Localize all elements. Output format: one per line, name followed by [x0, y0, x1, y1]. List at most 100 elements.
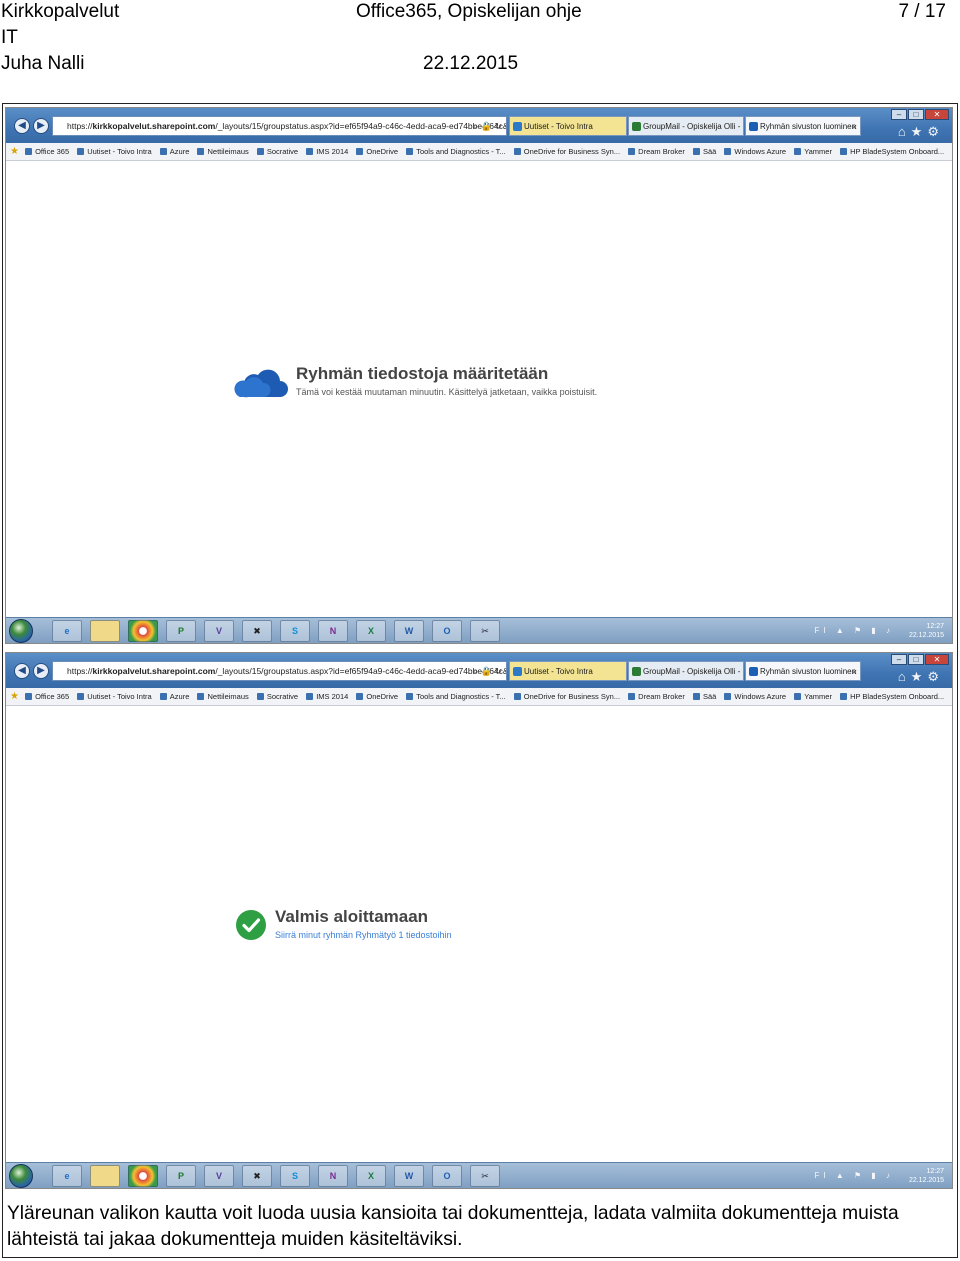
excel-icon[interactable]: X	[356, 1165, 386, 1187]
address-bar[interactable]: https://kirkkopalvelut.sharepoint.com/_l…	[52, 661, 507, 681]
screenshot-ready-to-start: ◀ ▶ https://kirkkopalvelut.sharepoint.co…	[5, 652, 953, 1189]
onenote-icon[interactable]: N	[318, 1165, 348, 1187]
file-explorer-icon[interactable]	[90, 620, 120, 642]
minimize-icon[interactable]: –	[891, 654, 907, 665]
favorite-link[interactable]: Dream Broker	[628, 147, 685, 156]
address-scheme: https://	[67, 666, 93, 676]
page-number: 7 / 17	[898, 1, 946, 22]
address-tools-icon[interactable]: ⌕ 🔒 ↻	[473, 662, 502, 680]
system-clock[interactable]: 12:27 22.12.2015	[909, 622, 944, 640]
tab-uutiset[interactable]: Uutiset - Toivo Intra	[509, 116, 627, 136]
address-tools-icon[interactable]: ⌕ 🔒 ↻	[473, 117, 502, 135]
ie-icon[interactable]: e	[52, 1165, 82, 1187]
back-arrow-icon[interactable]: ◀	[14, 118, 30, 134]
favorite-link[interactable]: Tools and Diagnostics - T...	[406, 147, 506, 156]
favorite-link[interactable]: OneDrive for Business Syn...	[514, 147, 620, 156]
skype-icon[interactable]: S	[280, 620, 310, 642]
close-icon[interactable]: ✕	[925, 654, 949, 665]
check-circle-icon	[236, 910, 266, 940]
favorite-link[interactable]: Windows Azure	[724, 692, 786, 701]
favorite-link[interactable]: Nettileimaus	[197, 147, 248, 156]
header-author: Juha Nalli	[1, 53, 85, 74]
forward-arrow-icon[interactable]: ▶	[33, 118, 49, 134]
address-path: /_layouts/15/groupstatus.aspx?id=ef65f94…	[215, 666, 507, 676]
favorite-link[interactable]: IMS 2014	[306, 692, 348, 701]
tools-icon[interactable]: ✖	[242, 1165, 272, 1187]
system-tray-icons[interactable]: FI ▲ ⚑ ▮ ♪	[815, 626, 895, 635]
outlook-icon[interactable]: O	[432, 1165, 462, 1187]
favorite-link[interactable]: Sää	[693, 692, 716, 701]
system-tray-icons[interactable]: FI ▲ ⚑ ▮ ♪	[815, 1171, 895, 1180]
favorite-link[interactable]: Uutiset - Toivo Intra	[77, 692, 151, 701]
favorites-star-icon[interactable]: ★	[10, 691, 19, 702]
visio-icon[interactable]: V	[204, 620, 234, 642]
home-favorites-settings-icons[interactable]: ⌂★⚙	[898, 669, 944, 685]
window-controls: – □ ✕	[890, 109, 949, 123]
favorite-link[interactable]: IMS 2014	[306, 147, 348, 156]
chrome-icon[interactable]	[128, 620, 158, 642]
status-message: Valmis aloittamaan Siirrä minut ryhmän R…	[275, 907, 452, 940]
favorite-link[interactable]: Dream Broker	[628, 692, 685, 701]
file-explorer-icon[interactable]	[90, 1165, 120, 1187]
tab-close-icon[interactable]: ×	[852, 117, 857, 135]
favorite-link[interactable]: Sää	[693, 147, 716, 156]
favorite-link[interactable]: Office 365	[25, 692, 69, 701]
header-organization: Kirkkopalvelut	[1, 1, 120, 22]
start-button-icon[interactable]	[9, 619, 33, 643]
word-icon[interactable]: W	[394, 1165, 424, 1187]
onenote-icon[interactable]: N	[318, 620, 348, 642]
favorite-link[interactable]: Tools and Diagnostics - T...	[406, 692, 506, 701]
excel-icon[interactable]: X	[356, 620, 386, 642]
favorite-link[interactable]: Socrative	[257, 147, 298, 156]
snipping-tool-icon[interactable]: ✂	[470, 620, 500, 642]
minimize-icon[interactable]: –	[891, 109, 907, 120]
tools-icon[interactable]: ✖	[242, 620, 272, 642]
tab-ryhman-sivusto[interactable]: Ryhmän sivuston luominen ×	[745, 661, 861, 681]
favorite-link[interactable]: Azure	[160, 692, 190, 701]
favorite-link[interactable]: HP BladeSystem Onboard...	[840, 147, 944, 156]
tab-groupmail[interactable]: GroupMail - Opiskelija Olli - O...	[628, 661, 744, 681]
favorite-link[interactable]: Uutiset - Toivo Intra	[77, 147, 151, 156]
tab-ryhman-sivusto[interactable]: Ryhmän sivuston luominen ×	[745, 116, 861, 136]
favorite-link[interactable]: Office 365	[25, 147, 69, 156]
ie-icon[interactable]: e	[52, 620, 82, 642]
forward-arrow-icon[interactable]: ▶	[33, 663, 49, 679]
home-favorites-settings-icons[interactable]: ⌂★⚙	[898, 124, 944, 140]
locale-indicator[interactable]: FI	[815, 1171, 830, 1180]
favorite-link[interactable]: Yammer	[794, 147, 832, 156]
browser-titlebar: ◀ ▶ https://kirkkopalvelut.sharepoint.co…	[6, 653, 952, 688]
outlook-icon[interactable]: O	[432, 620, 462, 642]
back-arrow-icon[interactable]: ◀	[14, 663, 30, 679]
favorite-link[interactable]: Windows Azure	[724, 147, 786, 156]
favorites-star-icon[interactable]: ★	[10, 146, 19, 157]
word-icon[interactable]: W	[394, 620, 424, 642]
tab-groupmail[interactable]: GroupMail - Opiskelija Olli - O...	[628, 116, 744, 136]
favorite-link[interactable]: Nettileimaus	[197, 692, 248, 701]
header-department: IT	[1, 27, 18, 48]
project-icon[interactable]: P	[166, 620, 196, 642]
tab-label: Ryhmän sivuston luominen	[760, 667, 857, 676]
visio-icon[interactable]: V	[204, 1165, 234, 1187]
favorite-link[interactable]: OneDrive for Business Syn...	[514, 692, 620, 701]
favorite-link[interactable]: HP BladeSystem Onboard...	[840, 692, 944, 701]
project-icon[interactable]: P	[166, 1165, 196, 1187]
favorite-link[interactable]: OneDrive	[356, 692, 398, 701]
go-to-files-link[interactable]: Siirrä minut ryhmän Ryhmätyö 1 tiedostoi…	[275, 930, 452, 940]
tab-close-icon[interactable]: ×	[852, 662, 857, 680]
system-clock[interactable]: 12:27 22.12.2015	[909, 1167, 944, 1185]
tab-uutiset[interactable]: Uutiset - Toivo Intra	[509, 661, 627, 681]
close-icon[interactable]: ✕	[925, 109, 949, 120]
chrome-icon[interactable]	[128, 1165, 158, 1187]
address-bar[interactable]: https://kirkkopalvelut.sharepoint.com/_l…	[52, 116, 507, 136]
locale-indicator[interactable]: FI	[815, 626, 830, 635]
clock-date: 22.12.2015	[908, 632, 944, 639]
snipping-tool-icon[interactable]: ✂	[470, 1165, 500, 1187]
start-button-icon[interactable]	[9, 1164, 33, 1188]
maximize-icon[interactable]: □	[908, 654, 924, 665]
favorite-link[interactable]: OneDrive	[356, 147, 398, 156]
favorite-link[interactable]: Socrative	[257, 692, 298, 701]
maximize-icon[interactable]: □	[908, 109, 924, 120]
favorite-link[interactable]: Yammer	[794, 692, 832, 701]
skype-icon[interactable]: S	[280, 1165, 310, 1187]
favorite-link[interactable]: Azure	[160, 147, 190, 156]
